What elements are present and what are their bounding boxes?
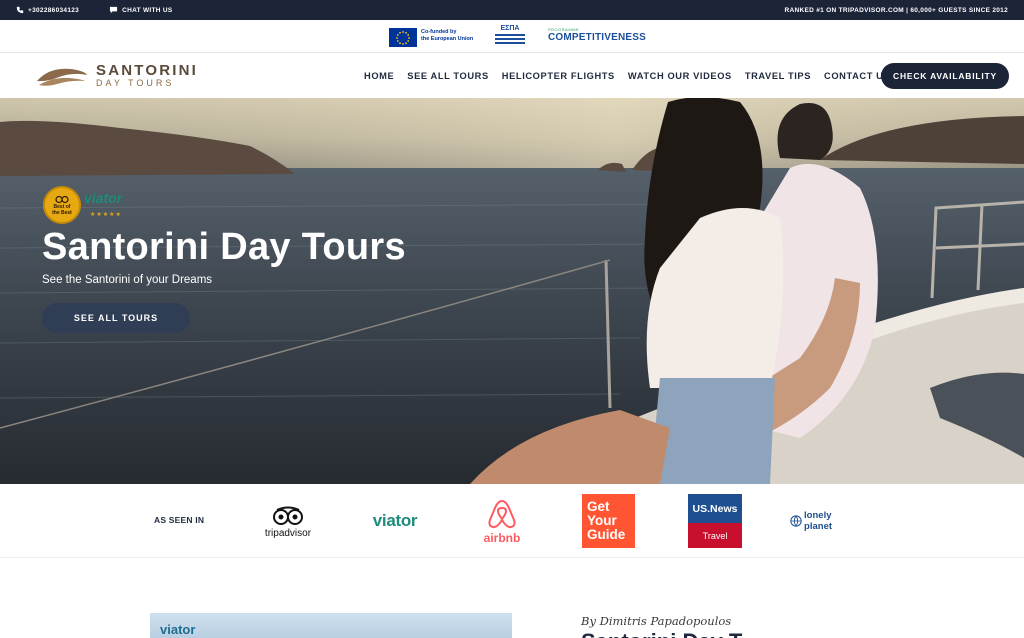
competitiveness-title: COMPETITIVENESS: [548, 32, 647, 43]
usnews-title: US.News: [688, 494, 742, 523]
phone-icon: [16, 6, 24, 14]
tripadvisor-logo[interactable]: tripadvisor: [256, 502, 320, 542]
espa-title: ΕΣΠΑ: [500, 25, 520, 32]
airbnb-logo[interactable]: airbnb: [476, 495, 528, 547]
chat-link[interactable]: CHAT WITH US: [109, 6, 172, 14]
hero-title: Santorini Day Tours: [42, 226, 406, 268]
tripadvisor-owl-icon: [273, 506, 303, 525]
viator-logo[interactable]: viator: [362, 508, 428, 534]
hero-photo: [0, 98, 1024, 484]
gyg-line-3: Guide: [587, 527, 626, 542]
lonely-planet-globe-icon: [790, 515, 802, 527]
site-logo[interactable]: SANTORINI DAY TOURS: [35, 63, 198, 89]
article-image[interactable]: [150, 613, 512, 638]
viator-badge-stars: ★★★★★: [90, 212, 122, 218]
lonely-planet-name: lonely planet: [804, 510, 833, 532]
article-image-viator-brand: viator: [160, 622, 196, 637]
main-nav: HOME SEE ALL TOURS HELICOPTER FLIGHTS WA…: [364, 54, 890, 98]
nav-home[interactable]: HOME: [364, 71, 394, 81]
chat-icon: [110, 6, 118, 14]
as-seen-in-section: AS SEEN IN tripadvisor viator airbnb Get…: [0, 484, 1024, 558]
badge-line-2: the Best: [52, 209, 72, 216]
viator-name: viator: [372, 511, 418, 530]
usnews-travel: Travel: [702, 530, 728, 541]
eu-flag-icon: [389, 28, 417, 47]
espa-logo: ΕΣΠΑ: [495, 25, 525, 47]
getyourguide-logo[interactable]: Get Your Guide: [582, 494, 635, 548]
see-all-tours-button[interactable]: SEE ALL TOURS: [42, 303, 190, 333]
hero-banner: Best of the Best viator ★★★★★ Santorini …: [0, 98, 1024, 484]
gyg-line-2: Your: [587, 513, 617, 528]
lonely-planet-logo[interactable]: lonely planet: [790, 506, 854, 536]
nav-helicopter-flights[interactable]: HELICOPTER FLIGHTS: [502, 71, 615, 81]
eu-cofunded-text: Co-funded by the European Union: [421, 29, 474, 42]
funding-strip: Co-funded by the European Union ΕΣΠΑ PRO…: [0, 20, 1024, 53]
logo-wave-icon: [37, 68, 87, 86]
airbnb-name: airbnb: [483, 530, 521, 545]
logo-subtitle: DAY TOURS: [96, 77, 175, 88]
as-seen-in-label: AS SEEN IN: [154, 515, 205, 525]
hero-subtitle: See the Santorini of your Dreams: [42, 274, 213, 286]
nav-see-all-tours[interactable]: SEE ALL TOURS: [407, 71, 489, 81]
phone-link[interactable]: +302286034123: [16, 6, 79, 14]
check-availability-button[interactable]: CHECK AVAILABILITY: [881, 63, 1009, 89]
airbnb-icon: [488, 499, 516, 528]
usnews-logo[interactable]: US.News Travel: [688, 494, 742, 548]
logo-title: SANTORINI: [96, 61, 199, 79]
top-bar: +302286034123 CHAT WITH US RANKED #1 ON …: [0, 0, 1024, 20]
article-title: Santorini Day T: [581, 629, 742, 638]
site-header: SANTORINI DAY TOURS HOME SEE ALL TOURS H…: [0, 54, 1024, 98]
tripadvisor-name: tripadvisor: [264, 527, 312, 539]
gyg-line-1: Get: [587, 499, 610, 514]
chat-label: CHAT WITH US: [122, 6, 173, 14]
nav-travel-tips[interactable]: TRAVEL TIPS: [745, 71, 811, 81]
viator-badge-brand: viator: [84, 190, 123, 206]
competitiveness-logo: PROGRAMME COMPETITIVENESS: [548, 27, 647, 49]
best-of-the-best-badge: Best of the Best: [43, 186, 81, 224]
nav-watch-our-videos[interactable]: WATCH OUR VIDEOS: [628, 71, 732, 81]
phone-number: +302286034123: [28, 6, 80, 14]
ranking-text: RANKED #1 ON TRIPADVISOR.COM | 60,000+ G…: [784, 6, 1008, 14]
article-byline: By Dimitris Papadopoulos: [581, 614, 732, 628]
espa-stripes: [495, 34, 525, 45]
owl-icon: [55, 195, 69, 203]
